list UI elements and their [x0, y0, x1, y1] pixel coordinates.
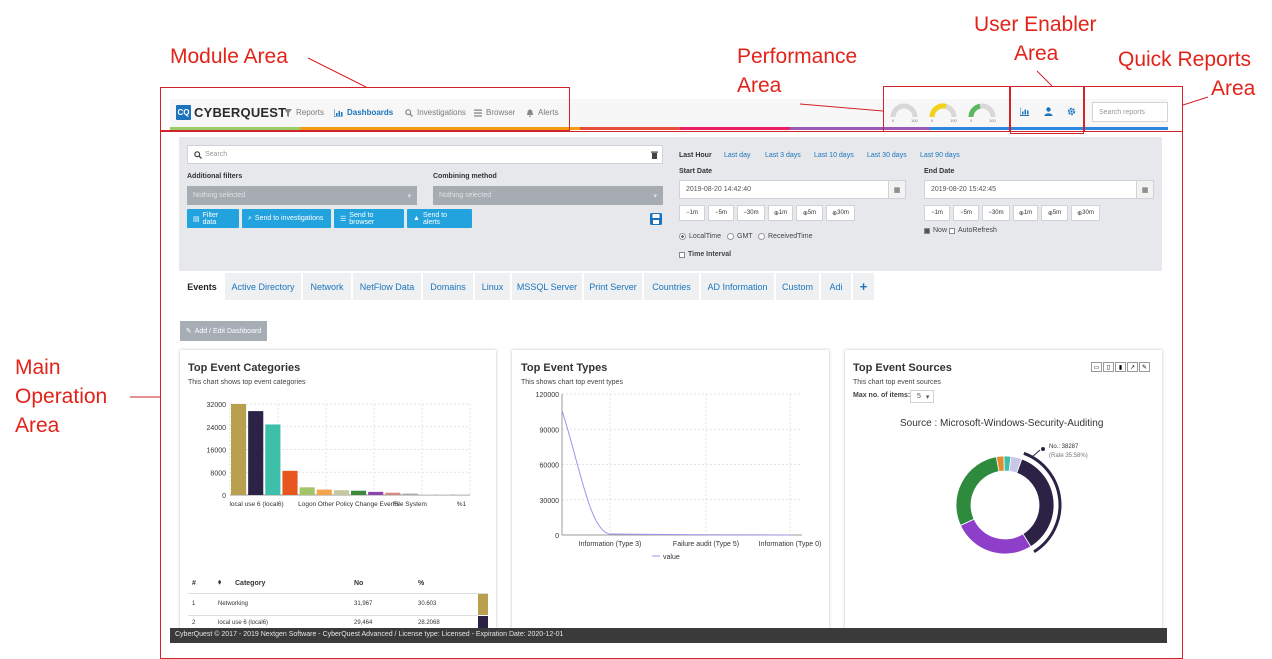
annotation-quick-reports-2: Area — [1211, 77, 1256, 100]
annotation-main-op-3: Area — [15, 414, 60, 437]
module-area-box — [160, 87, 570, 131]
annotation-main-op-2: Operation — [15, 385, 108, 408]
performance-area-box — [883, 86, 1010, 132]
annotation-main-op-1: Main — [15, 356, 61, 379]
main-operation-area-box — [160, 131, 1183, 659]
nav-accent-line — [680, 127, 790, 130]
annotation-user-enabler-2: Area — [1014, 42, 1059, 65]
annotation-module-area: Module Area — [170, 45, 288, 68]
quick-reports-area-box — [1084, 86, 1183, 132]
user-enabler-area-box — [1010, 86, 1084, 134]
annotation-user-enabler-1: User Enabler — [974, 13, 1097, 36]
annotation-performance-1: Performance — [737, 45, 858, 68]
annotation-quick-reports-1: Quick Reports — [1118, 48, 1252, 71]
annotation-performance-2: Area — [737, 74, 782, 97]
nav-accent-line — [580, 127, 680, 130]
